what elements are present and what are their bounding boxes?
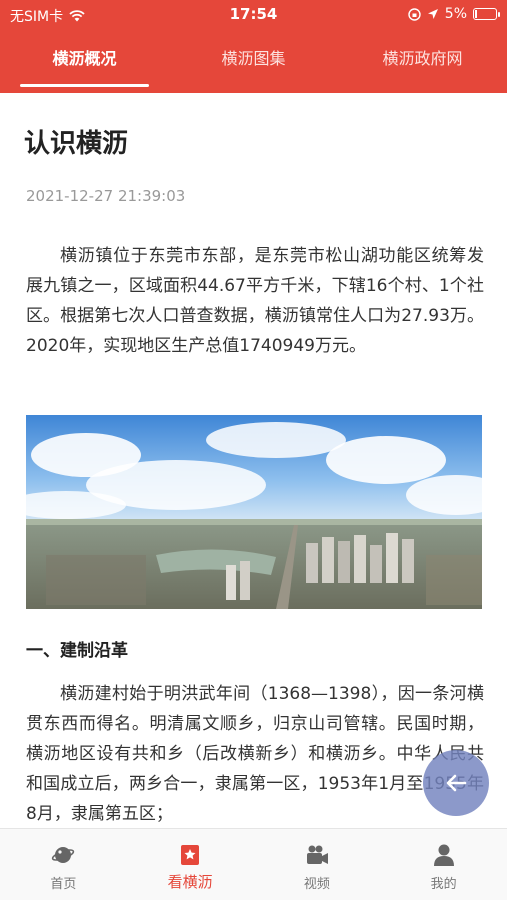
bottom-nav: 首页 看横沥 视频 我的	[0, 828, 507, 900]
nav-mine-label: 我的	[430, 877, 457, 892]
nav-hengli-label: 看横沥	[167, 873, 213, 891]
aerial-city-photo	[26, 415, 482, 609]
nav-hengli[interactable]: 看横沥	[127, 829, 254, 900]
person-icon	[432, 843, 456, 867]
app-header: 无SIM卡 17:54 5% 横沥概况 横沥图集 横沥政府网	[0, 0, 507, 93]
status-bar: 无SIM卡 17:54 5%	[0, 0, 507, 30]
battery-icon	[473, 8, 500, 20]
nav-home[interactable]: 首页	[0, 829, 127, 900]
back-arrow-icon	[446, 774, 467, 792]
section-paragraph: 横沥建村始于明洪武年间（1368—1398），因一条河横贯东西而得名。明清属文顺…	[26, 684, 484, 824]
nav-mine[interactable]: 我的	[380, 829, 507, 900]
bookmark-star-icon	[178, 843, 202, 867]
back-float-button[interactable]	[423, 750, 489, 816]
tab-overview[interactable]: 横沥概况	[0, 40, 169, 92]
intro-paragraph: 横沥镇位于东莞市东部，是东莞市松山湖功能区统筹发展九镇之一，区域面积44.67平…	[26, 246, 484, 356]
nav-video[interactable]: 视频	[254, 829, 381, 900]
nav-home-label: 首页	[50, 877, 77, 892]
nav-video-label: 视频	[303, 877, 330, 892]
top-tabs: 横沥概况 横沥图集 横沥政府网	[0, 40, 507, 92]
tab-government-site[interactable]: 横沥政府网	[338, 40, 507, 92]
article-title: 认识横沥	[24, 129, 129, 159]
tab-gallery[interactable]: 横沥图集	[169, 40, 338, 92]
status-right: 5%	[408, 6, 500, 22]
battery-percent: 5%	[444, 6, 467, 22]
screen-lock-icon	[408, 7, 421, 21]
section-heading: 一、建制沿革	[26, 641, 128, 661]
article-timestamp: 2021-12-27 21:39:03	[26, 187, 186, 205]
video-camera-icon	[305, 843, 329, 867]
article-content[interactable]: 认识横沥 2021-12-27 21:39:03 横沥镇位于东莞市东部，是东莞市…	[0, 93, 507, 828]
planet-icon	[51, 843, 75, 867]
location-icon	[427, 9, 438, 19]
